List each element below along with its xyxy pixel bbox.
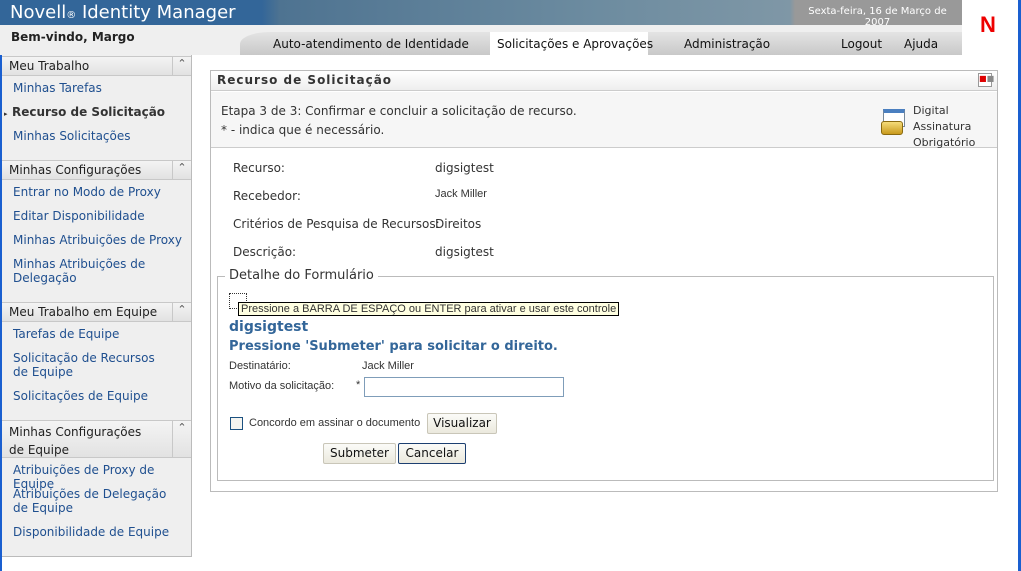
- field-value: digsigtest: [435, 245, 494, 259]
- reason-input[interactable]: [364, 377, 564, 397]
- required-mark: *: [356, 379, 361, 391]
- digital-signature-label: Digital Assinatura Obrigatório: [913, 104, 976, 149]
- section-team-work[interactable]: Meu Trabalho em Equipe ⌃: [2, 302, 191, 322]
- step-text: Etapa 3 de 3: Confirmar e concluir a sol…: [221, 104, 577, 118]
- sidebar-item-edit-availability[interactable]: Editar Disponibilidade: [13, 209, 183, 223]
- digital-signature-lock-icon: [877, 109, 909, 137]
- sidebar-item-delegation-assignments[interactable]: Minhas Atribuições de Delegação: [13, 257, 153, 285]
- sidebar-item-request-resource[interactable]: ▸ Recurso de Solicitação: [4, 105, 182, 119]
- section-team-settings[interactable]: Minhas Configurações de Equipe ⌃: [2, 420, 191, 458]
- panel-menu-icon[interactable]: ■■: [978, 73, 994, 87]
- section-my-work[interactable]: Meu Trabalho ⌃: [2, 56, 191, 76]
- app-title: Novell® Identity Manager: [10, 2, 236, 23]
- agree-label: Concordo em assinar o documento: [249, 417, 421, 429]
- novell-logo: N: [980, 12, 996, 37]
- form-resource-name: digsigtest: [229, 319, 309, 335]
- sidebar-item-proxy-assignments[interactable]: Minhas Atribuições de Proxy: [13, 233, 183, 247]
- tab-requests-approvals[interactable]: Solicitações e Aprovações: [497, 37, 653, 51]
- field-label: Critérios de Pesquisa de Recursos:: [233, 217, 440, 231]
- field-value: digsigtest: [435, 161, 494, 175]
- collapse-icon[interactable]: ⌃: [172, 421, 191, 457]
- request-panel: Recurso de Solicitação ■■ Etapa 3 de 3: …: [210, 70, 998, 492]
- sidebar-item-my-tasks[interactable]: Minhas Tarefas: [13, 81, 183, 95]
- sidebar-item-team-delegation[interactable]: Atribuições de Delegação de Equipe: [13, 487, 183, 515]
- cancel-button[interactable]: Cancelar: [398, 443, 466, 464]
- window-border: [0, 55, 2, 571]
- intro-area: Etapa 3 de 3: Confirmar e concluir a sol…: [211, 92, 997, 149]
- view-button[interactable]: Visualizar: [427, 413, 497, 434]
- panel-title: Recurso de Solicitação: [211, 71, 997, 91]
- form-detail-legend: Detalhe do Formulário: [225, 268, 378, 283]
- collapse-icon[interactable]: ⌃: [172, 303, 191, 321]
- tab-self-service[interactable]: Auto-atendimento de Identidade: [273, 37, 469, 51]
- current-marker-icon: ▸: [4, 110, 8, 118]
- tooltip: Pressione a BARRA DE ESPAÇO ou ENTER par…: [238, 302, 620, 316]
- field-label: Recebedor:: [233, 189, 301, 203]
- sidebar-item-team-availability[interactable]: Disponibilidade de Equipe: [13, 525, 183, 539]
- submit-button[interactable]: Submeter: [323, 443, 396, 464]
- tab-administration[interactable]: Administração: [684, 37, 770, 51]
- required-note: * - indica que é necessário.: [221, 123, 385, 137]
- sidebar-item-team-requests[interactable]: Solicitações de Equipe: [13, 389, 183, 403]
- field-value: Jack Miller: [435, 188, 487, 200]
- sidebar-item-proxy-mode[interactable]: Entrar no Modo de Proxy: [13, 185, 183, 199]
- logout-link[interactable]: Logout: [841, 37, 882, 51]
- form-instruction: Pressione 'Submeter' para solicitar o di…: [229, 339, 558, 354]
- welcome-text: Bem-vindo, Margo: [11, 30, 135, 44]
- agree-checkbox[interactable]: [230, 417, 243, 430]
- recipient-label: Destinatário:: [229, 360, 291, 372]
- sidebar-item-team-tasks[interactable]: Tarefas de Equipe: [13, 327, 183, 341]
- field-label: Recurso:: [233, 161, 285, 175]
- section-my-settings[interactable]: Minhas Configurações ⌃: [2, 160, 191, 180]
- help-link[interactable]: Ajuda: [904, 37, 938, 51]
- reason-label: Motivo da solicitação:: [229, 380, 335, 392]
- collapse-icon[interactable]: ⌃: [172, 57, 191, 75]
- sidebar: Meu Trabalho ⌃ Minhas Tarefas ▸ Recurso de…: [0, 55, 192, 557]
- recipient-value: Jack Miller: [362, 360, 414, 372]
- collapse-icon[interactable]: ⌃: [172, 161, 191, 179]
- sidebar-item-my-requests[interactable]: Minhas Solicitações: [13, 129, 183, 143]
- sidebar-item-team-resource-requests[interactable]: Solicitação de Recursos de Equipe: [13, 351, 173, 379]
- field-value: Direitos: [435, 217, 482, 231]
- field-label: Descrição:: [233, 245, 297, 259]
